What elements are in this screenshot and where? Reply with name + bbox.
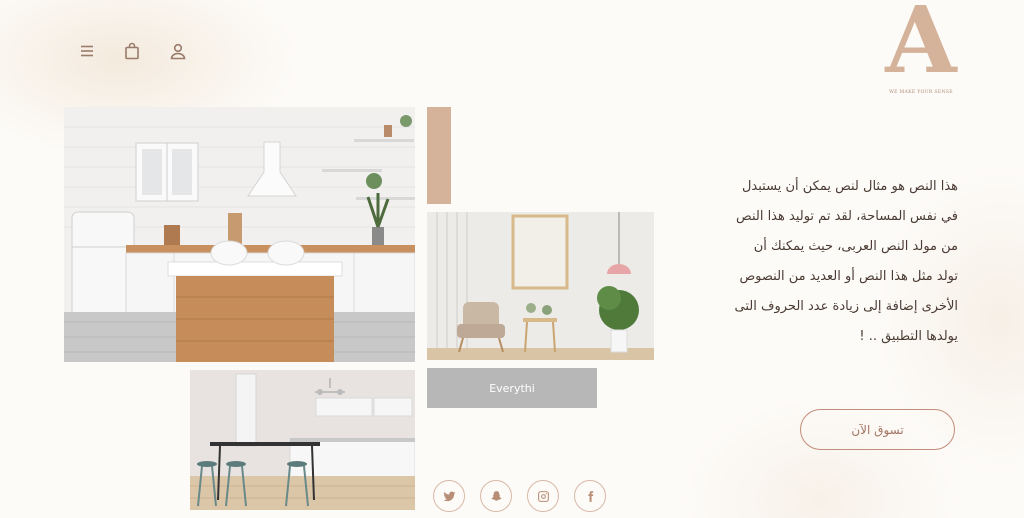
instagram-icon[interactable] bbox=[527, 480, 559, 512]
twitter-icon[interactable] bbox=[433, 480, 465, 512]
accent-bar bbox=[427, 107, 451, 204]
logo-tagline: WE MAKE YOUR SENSE bbox=[889, 90, 953, 95]
everything-button[interactable]: Everythi bbox=[427, 368, 597, 408]
kitchen-photo bbox=[64, 107, 415, 362]
snapchat-icon[interactable] bbox=[480, 480, 512, 512]
page: A WE MAKE YOUR SENSE Everythi هذا النص ه… bbox=[0, 0, 1024, 518]
logo-letter: A bbox=[885, 0, 957, 94]
description-paragraph: هذا النص هو مثال لنص يمكن أن يستبدل في ن… bbox=[734, 179, 958, 344]
living-room-photo bbox=[427, 212, 654, 360]
facebook-icon[interactable] bbox=[574, 480, 606, 512]
menu-icon[interactable] bbox=[76, 40, 98, 62]
user-icon[interactable] bbox=[167, 40, 189, 62]
shop-now-button[interactable]: تسوق الآن bbox=[800, 409, 955, 450]
bag-icon[interactable] bbox=[121, 40, 143, 62]
dining-kitchen-photo bbox=[190, 370, 415, 510]
logo[interactable]: A WE MAKE YOUR SENSE bbox=[878, 0, 964, 104]
